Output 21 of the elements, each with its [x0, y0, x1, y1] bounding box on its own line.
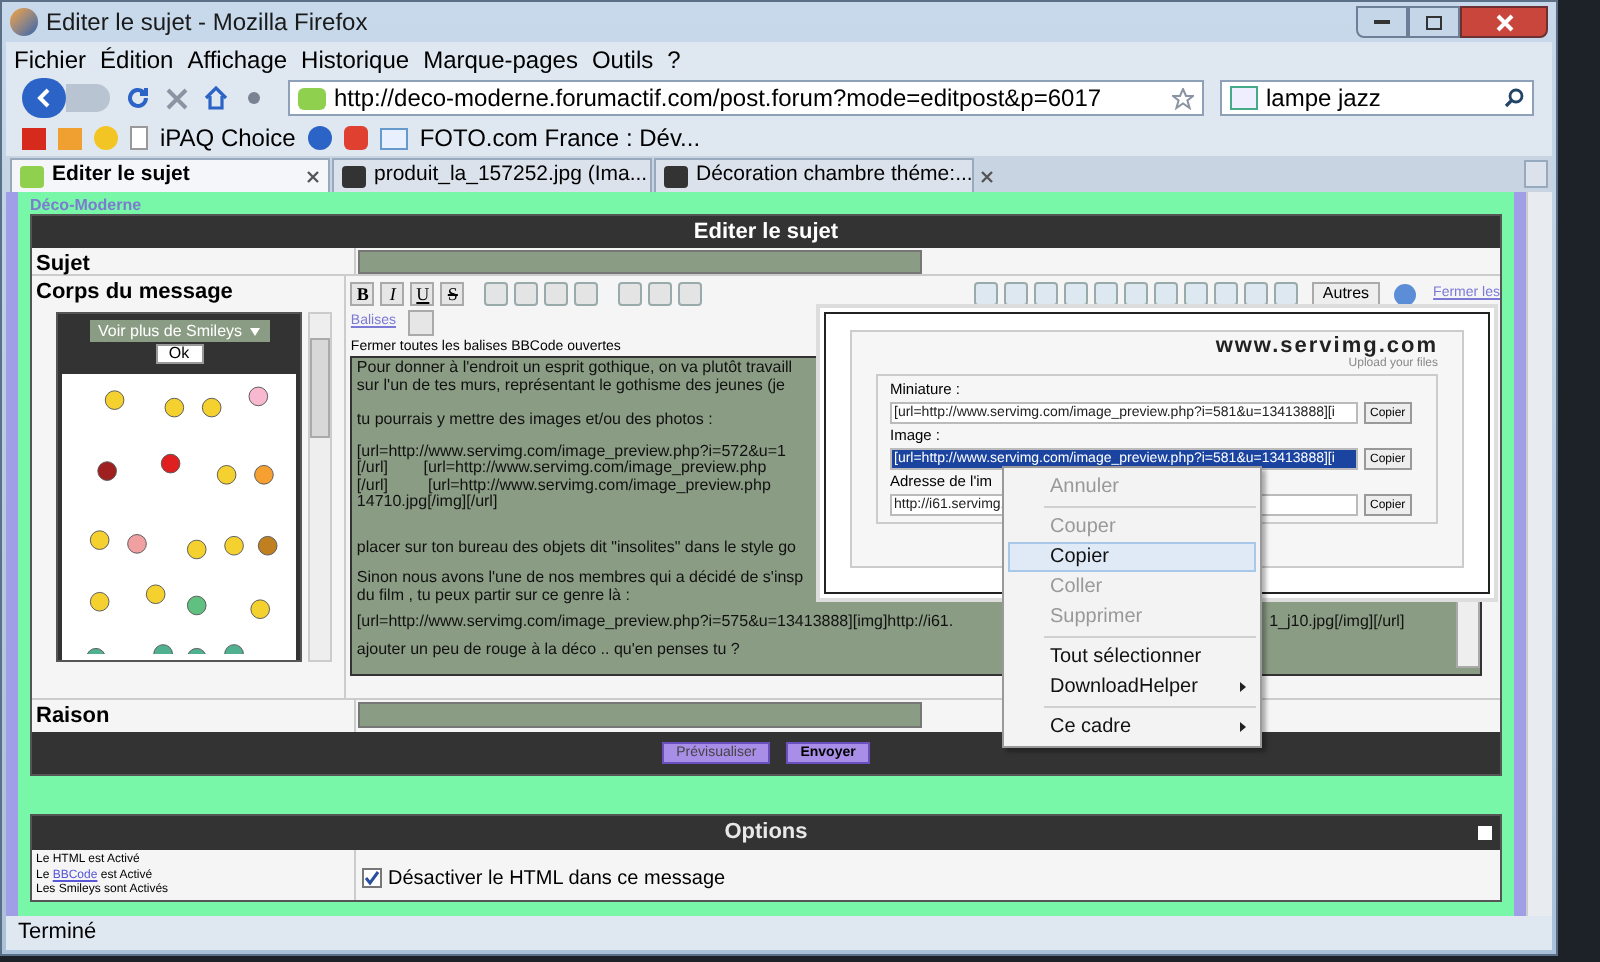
message-line: du film , tu peux partir sur ce genre là : [356, 587, 630, 604]
row-label: Corps du message [36, 278, 235, 308]
message-line: [/url] [url=http://www.servimg.com/image_preview.php [356, 460, 767, 477]
message-line: tu pourrais y mettre des images et/ou des photos : [356, 412, 713, 429]
message-line: [/url] [url=http://www.servimg.com/image_preview.php [356, 477, 771, 494]
form-header: Editer le sujet [32, 216, 1500, 248]
message-line: ajouter un peu de rouge à la déco .. qu'en penses tu ? [356, 641, 740, 658]
message-line: Sinon nous avons l'une de nos membres qui a décidé de s'insp [356, 570, 804, 587]
message-line: 14710.jpg[/img][/url] [356, 494, 498, 511]
message-line: 1_j10.jpg[/img][/url] [1269, 614, 1405, 631]
window-title: Editer le sujet - Mozilla Firefox [46, 6, 368, 40]
status-bar: Terminé [6, 916, 1552, 950]
checkbox-label: Désactiver le HTML dans ce message [388, 865, 726, 894]
options-title: Options [724, 818, 808, 849]
message-line: sur l'un de tes murs, représentant le gothisme des jeunes (je [356, 377, 786, 394]
row-label: Sujet [32, 248, 356, 274]
message-line: [url=http://www.servimg.com/image_preview.php?i=572&u=1 [356, 443, 786, 460]
message-line: Pour donner à l'endroit un esprit gothique, on va plutôt travaill [356, 360, 793, 377]
site-logo: www.servimg.com [1215, 336, 1438, 358]
message-line: [url=http://www.servimg.com/image_preview.php?i=575&u=13413888][img]http://i61. [356, 614, 954, 631]
message-line: placer sur ton bureau des objets dit "insolites" dans le style go [356, 539, 797, 556]
